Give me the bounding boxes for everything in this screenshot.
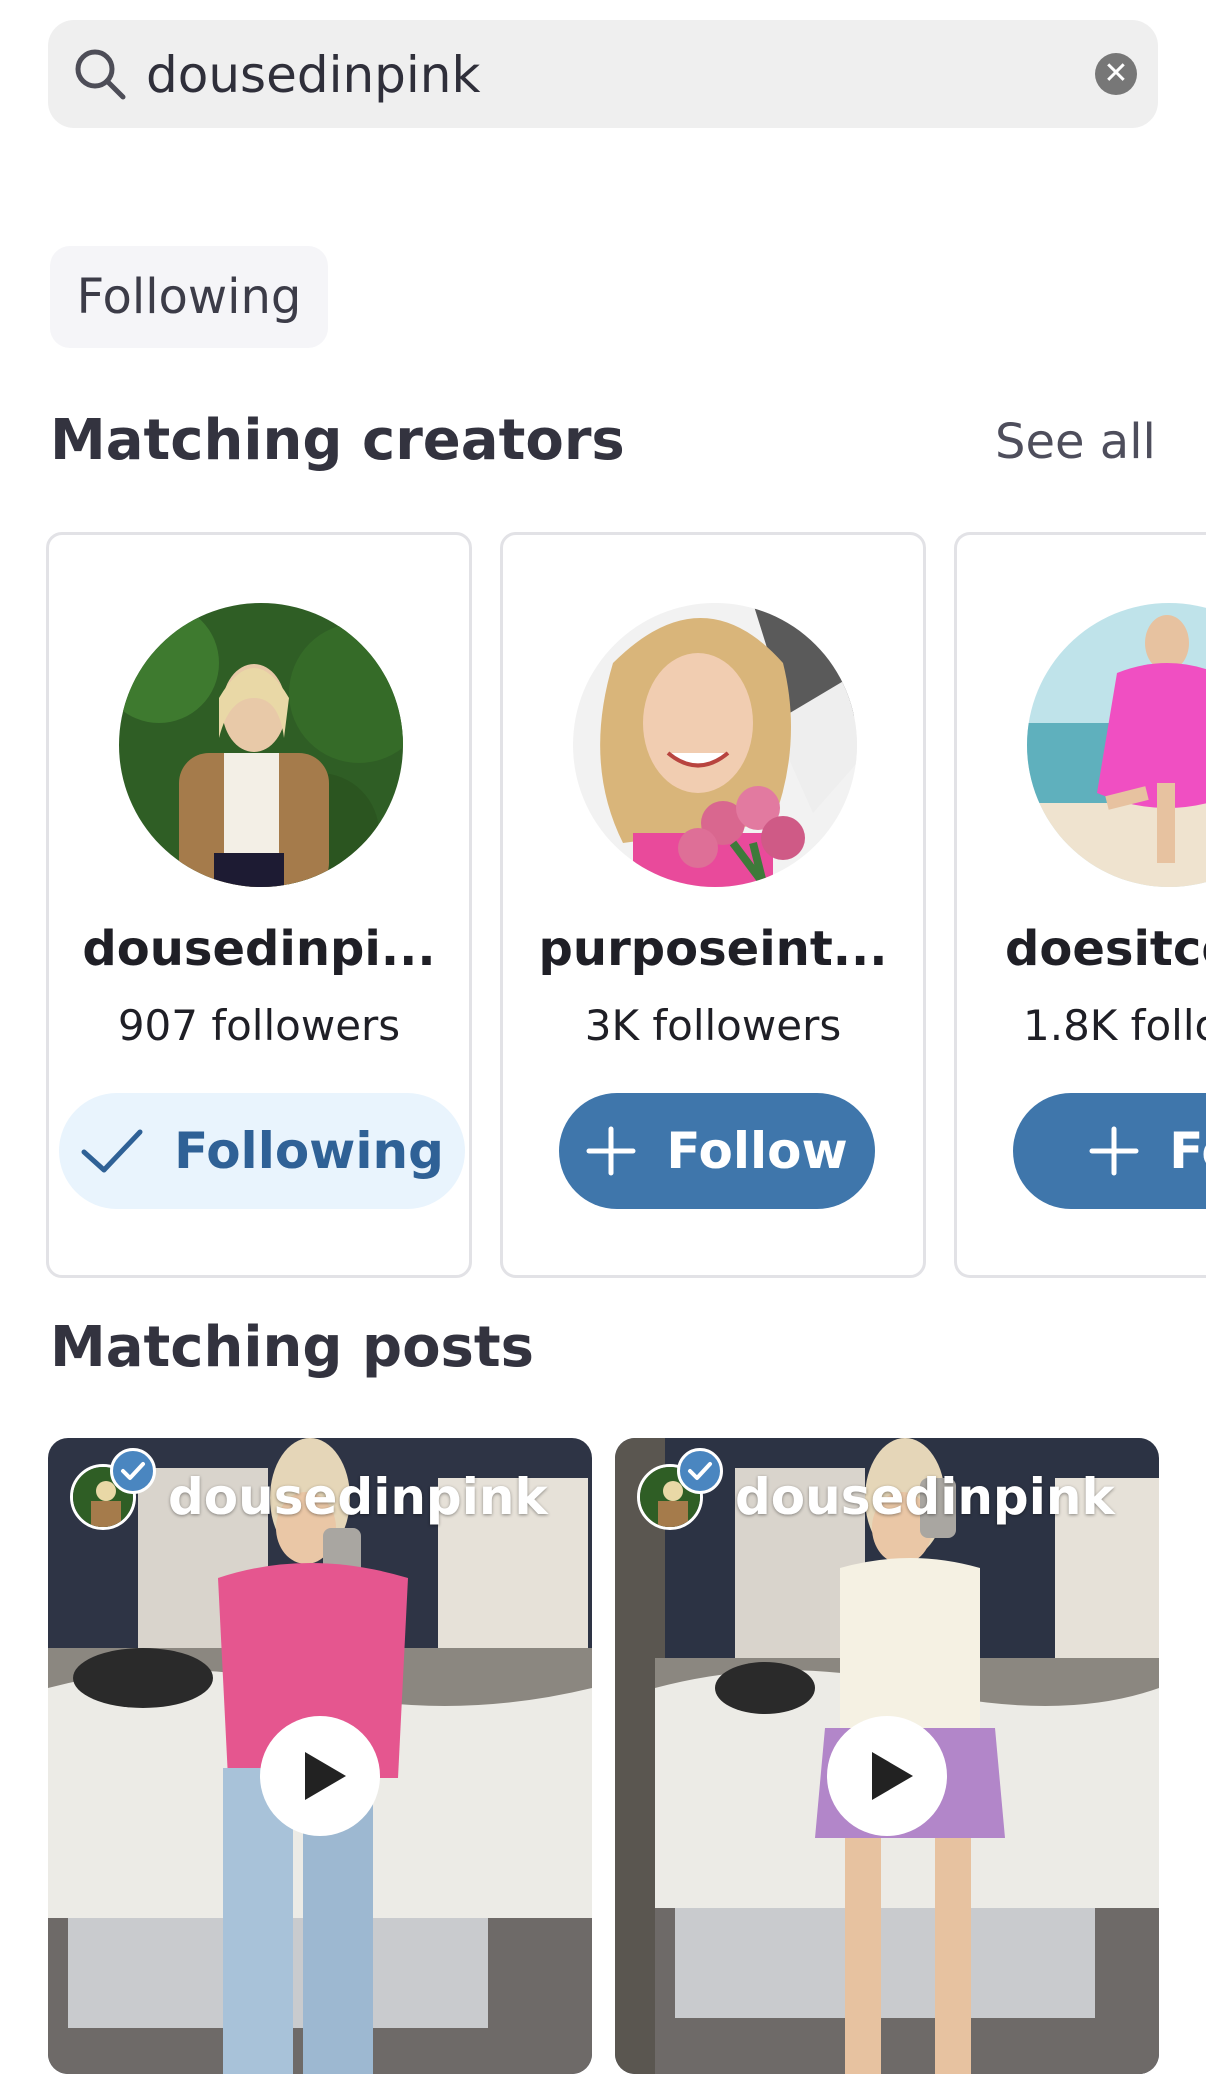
matching-posts-title: Matching posts [50, 1315, 534, 1380]
matching-creators-title: Matching creators [50, 408, 625, 473]
creator-name[interactable]: doesitco [1005, 921, 1206, 977]
verified-icon [677, 1448, 723, 1494]
creator-card[interactable]: dousedinpi... 907 followers Following [46, 532, 472, 1278]
creator-avatar [1027, 603, 1206, 887]
post-username[interactable]: dousedinpink [168, 1468, 548, 1526]
play-button[interactable] [260, 1716, 380, 1836]
check-icon [81, 1129, 143, 1173]
creator-followers: 1.8K follo [1023, 1001, 1206, 1050]
follow-button[interactable]: Follow [559, 1093, 875, 1209]
post-username[interactable]: dousedinpink [735, 1468, 1115, 1526]
follow-button-label: Fol [1169, 1122, 1206, 1180]
following-button[interactable]: Following [59, 1093, 465, 1209]
search-icon [75, 49, 126, 100]
follow-button-label: Follow [666, 1122, 848, 1180]
post-tile[interactable]: dousedinpink [615, 1438, 1159, 2074]
search-input[interactable]: dousedinpink [146, 42, 480, 108]
creator-card[interactable]: doesitco 1.8K follo Fol [954, 532, 1206, 1278]
follow-button[interactable]: Fol [1013, 1093, 1206, 1209]
plus-icon [1089, 1126, 1139, 1176]
creator-followers: 3K followers [584, 1001, 842, 1050]
creator-name[interactable]: dousedinpi... [49, 921, 469, 977]
play-icon [305, 1752, 346, 1800]
see-all-link[interactable]: See all [995, 414, 1156, 470]
play-icon [872, 1752, 913, 1800]
clear-icon[interactable]: ✕ [1095, 53, 1137, 95]
creator-avatar [573, 603, 857, 887]
play-button[interactable] [827, 1716, 947, 1836]
following-button-label: Following [174, 1122, 444, 1180]
creator-avatar [119, 603, 403, 887]
verified-icon [110, 1448, 156, 1494]
plus-icon [586, 1126, 636, 1176]
creator-card[interactable]: purposeint... 3K followers Follow [500, 532, 926, 1278]
filter-chip-following[interactable]: Following [50, 246, 328, 348]
post-tile[interactable]: dousedinpink [48, 1438, 592, 2074]
creator-name[interactable]: purposeint... [503, 921, 923, 977]
creator-followers: 907 followers [117, 1001, 401, 1050]
